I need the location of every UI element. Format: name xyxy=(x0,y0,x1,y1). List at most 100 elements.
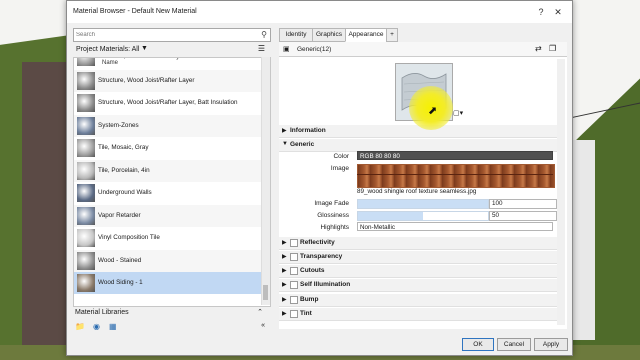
self-illumination-checkbox[interactable] xyxy=(290,281,298,289)
list-item-label: Underground Walls xyxy=(98,189,152,196)
project-materials-header: Project Materials: All ▼ ☰ xyxy=(73,44,269,55)
tint-checkbox[interactable] xyxy=(290,310,298,318)
replace-asset-icon[interactable]: ⇄ xyxy=(535,44,542,53)
highlights-label: Highlights xyxy=(320,224,349,231)
list-item[interactable]: Underground Walls xyxy=(74,182,270,204)
list-item[interactable]: System-Zones xyxy=(74,114,270,137)
section-tint-label: Tint xyxy=(300,310,312,317)
list-item[interactable]: Wood Siding - 1 xyxy=(74,272,270,294)
section-bump[interactable]: ▶ Bump xyxy=(279,294,563,307)
ok-button[interactable]: OK xyxy=(462,338,494,351)
search-box: ⚲ xyxy=(73,28,271,42)
create-material-icon[interactable]: ◉ xyxy=(93,322,100,331)
project-materials-label: Project Materials: All xyxy=(76,46,140,53)
material-thumbnail xyxy=(77,94,95,112)
section-generic-label: Generic xyxy=(290,141,315,148)
search-icon[interactable]: ⚲ xyxy=(261,30,267,39)
material-thumbnail xyxy=(77,251,95,270)
section-reflectivity[interactable]: ▶ Reflectivity xyxy=(279,237,563,250)
asset-browser-icon[interactable]: ▦ xyxy=(109,322,117,331)
window-title: Material Browser - Default New Material xyxy=(73,8,197,15)
filter-icon[interactable]: ▼ xyxy=(141,45,148,52)
tab-graphics[interactable]: Graphics xyxy=(312,28,346,42)
section-transparency[interactable]: ▶ Transparency xyxy=(279,251,563,264)
image-fade-input[interactable]: 100 xyxy=(489,199,557,209)
expand-arrow-icon: ▶ xyxy=(282,268,287,274)
open-library-icon[interactable]: 📁 xyxy=(75,322,85,331)
expand-arrow-icon: ▶ xyxy=(282,128,287,134)
bump-checkbox[interactable] xyxy=(290,296,298,304)
list-item[interactable]: Structure, Wood Joist/Rafter Layer xyxy=(74,69,270,92)
list-item-label: Structure, Wood Joist/Rafter Layer xyxy=(98,76,195,84)
color-label: Color xyxy=(333,153,349,160)
material-list: Name Structure, Steel Bar Joist LayerStr… xyxy=(73,57,271,307)
list-item[interactable]: Tile, Porcelain, 4in xyxy=(74,159,270,182)
color-field[interactable]: RGB 80 80 80 xyxy=(357,151,553,160)
reflectivity-checkbox[interactable] xyxy=(290,239,298,247)
list-item[interactable]: Tile, Mosaic, Gray xyxy=(74,137,270,159)
list-item[interactable]: Structure, Steel Bar Joist Layer xyxy=(74,58,270,68)
material-libraries-header: Material Libraries ⌃ xyxy=(73,308,269,318)
glossiness-slider[interactable] xyxy=(357,211,489,221)
cancel-button[interactable]: Cancel xyxy=(497,338,531,351)
section-information-label: Information xyxy=(290,127,326,134)
material-thumbnail xyxy=(77,274,95,292)
expand-arrow-icon: ▶ xyxy=(282,297,287,303)
list-item[interactable]: Wood - Stained xyxy=(74,249,270,272)
duplicate-asset-icon[interactable]: ❐ xyxy=(549,44,556,53)
search-input[interactable] xyxy=(76,30,252,39)
material-thumbnail xyxy=(77,71,95,90)
glossiness-input[interactable]: 50 xyxy=(489,211,557,221)
section-transparency-label: Transparency xyxy=(300,253,343,260)
image-fade-slider[interactable] xyxy=(357,199,489,209)
image-fade-fill xyxy=(358,200,488,208)
expand-arrow-icon: ▶ xyxy=(282,240,287,246)
texture-course-line xyxy=(357,174,553,175)
section-reflectivity-label: Reflectivity xyxy=(300,239,335,246)
list-item[interactable]: Vapor Retarder xyxy=(74,204,270,227)
appearance-scrollbar[interactable] xyxy=(557,59,565,325)
library-toolbar: 📁 ◉ ▦ « xyxy=(73,321,269,333)
material-thumbnail xyxy=(77,206,95,225)
section-cutouts[interactable]: ▶ Cutouts xyxy=(279,265,563,278)
material-thumbnail xyxy=(77,229,95,247)
material-thumbnail xyxy=(77,184,95,202)
expand-arrow-icon: ▶ xyxy=(282,254,287,260)
help-button[interactable]: ? xyxy=(534,5,548,19)
collapse-libraries-icon[interactable]: ⌃ xyxy=(257,308,263,316)
section-self-illumination-label: Self Illumination xyxy=(300,281,351,288)
apply-button[interactable]: Apply xyxy=(534,338,568,351)
tab-appearance[interactable]: Appearance xyxy=(345,28,387,42)
material-thumbnail xyxy=(77,139,95,157)
close-button[interactable]: ✕ xyxy=(551,5,565,19)
highlights-select[interactable]: Non-Metallic xyxy=(357,222,553,231)
transparency-checkbox[interactable] xyxy=(290,253,298,261)
tab-identity[interactable]: Identity xyxy=(279,28,313,42)
mouse-pointer-icon: ⬈ xyxy=(428,105,438,117)
section-cutouts-label: Cutouts xyxy=(300,267,325,274)
section-tint[interactable]: ▶ Tint xyxy=(279,308,563,321)
image-label: Image xyxy=(330,165,349,172)
list-item[interactable]: Vinyl Composition Tile xyxy=(74,227,270,249)
list-item-label: Tile, Porcelain, 4in xyxy=(98,166,150,174)
add-tab-button[interactable]: + xyxy=(386,28,398,42)
list-item-label: Structure, Wood Joist/Rafter Layer, Batt… xyxy=(98,99,238,106)
asset-icon: ▣ xyxy=(283,46,290,53)
image-file-name[interactable]: 89_wood shingle roof texture seamless.jp… xyxy=(357,188,476,195)
glossiness-label: Glossiness xyxy=(317,212,349,219)
material-thumbnail xyxy=(77,58,95,66)
section-self-illumination[interactable]: ▶ Self Illumination xyxy=(279,279,563,292)
preview-options-icon[interactable]: ▢▾ xyxy=(453,109,463,117)
section-bump-label: Bump xyxy=(300,296,319,303)
image-texture-swatch[interactable] xyxy=(357,164,555,188)
material-list-scrollbar[interactable] xyxy=(261,57,270,305)
material-thumbnail xyxy=(77,161,95,180)
material-thumbnail xyxy=(77,116,95,135)
cutouts-checkbox[interactable] xyxy=(290,267,298,275)
list-view-icon[interactable]: ☰ xyxy=(258,44,265,53)
image-fade-label: Image Fade xyxy=(314,200,349,207)
list-item-label: Vinyl Composition Tile xyxy=(98,234,160,241)
collapse-panel-icon[interactable]: « xyxy=(261,322,265,329)
scrollbar-thumb[interactable] xyxy=(263,285,268,300)
list-item[interactable]: Structure, Wood Joist/Rafter Layer, Batt… xyxy=(74,92,270,114)
